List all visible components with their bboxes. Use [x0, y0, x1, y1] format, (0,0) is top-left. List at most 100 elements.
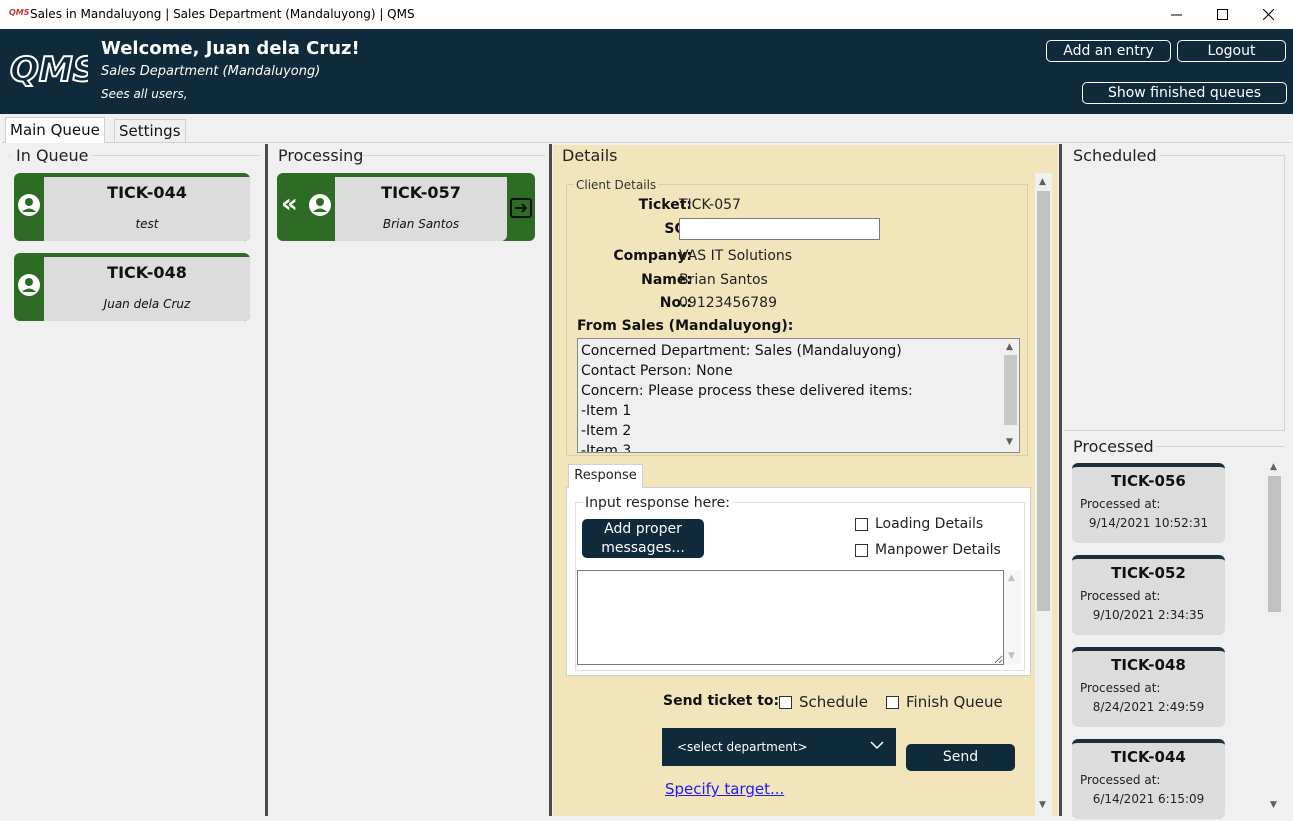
loading-details-checkbox[interactable]	[855, 518, 868, 531]
app-header: QMS Welcome, Juan dela Cruz! Sales Depar…	[0, 29, 1293, 114]
ticket-code: TICK-048	[107, 263, 187, 282]
show-finished-queues-button[interactable]: Show finished queues	[1082, 82, 1287, 104]
add-messages-line2: messages...	[601, 540, 685, 556]
scroll-up-icon[interactable]: ▲	[1270, 463, 1277, 472]
window-title: Sales in Mandaluyong | Sales Department …	[30, 7, 415, 21]
number-label: No.:	[659, 295, 692, 311]
processed-time: 6/14/2021 6:15:09	[1092, 792, 1205, 806]
scroll-up-icon[interactable]: ▲	[1008, 574, 1015, 583]
title-bar: QMS Sales in Mandaluyong | Sales Departm…	[0, 0, 1293, 29]
processed-ticket-card[interactable]: TICK-052 Processed at: 9/10/2021 2:34:35	[1072, 555, 1225, 635]
processed-ticket-card[interactable]: TICK-056 Processed at: 9/14/2021 10:52:3…	[1072, 463, 1225, 543]
ticket-body: TICK-048 Juan dela Cruz »	[44, 257, 250, 321]
so-input[interactable]	[679, 218, 880, 240]
minimize-icon	[1171, 14, 1182, 16]
add-entry-button[interactable]: Add an entry	[1046, 40, 1171, 62]
concern-line: Concerned Department: Sales (Mandaluyong…	[581, 343, 902, 359]
in-queue-frame-top	[92, 155, 260, 156]
department-text: Sales Department (Mandaluyong)	[101, 64, 321, 79]
response-scrollbar[interactable]: ▲ ▼	[1004, 570, 1021, 665]
queue-ticket-card[interactable]: TICK-048 Juan dela Cruz »	[14, 253, 250, 321]
schedule-label[interactable]: Schedule	[799, 693, 868, 711]
processed-title: Processed	[1073, 437, 1154, 456]
processed-at-label: Processed at:	[1080, 589, 1161, 603]
scroll-down-icon[interactable]: ▼	[1008, 652, 1015, 661]
response-textarea[interactable]	[577, 570, 1004, 665]
concern-textbox[interactable]: Concerned Department: Sales (Mandaluyong…	[577, 338, 1020, 453]
close-button[interactable]	[1245, 0, 1291, 29]
processed-time: 8/24/2021 2:49:59	[1092, 700, 1205, 714]
chevron-down-icon	[870, 741, 884, 750]
ticket-label: Ticket:	[638, 197, 692, 213]
scrollbar-thumb[interactable]	[1004, 355, 1017, 425]
manpower-details-checkbox[interactable]	[855, 544, 868, 557]
scheduled-frame-bottom	[1064, 430, 1285, 431]
processed-at-label: Processed at:	[1080, 497, 1161, 511]
scroll-down-icon[interactable]: ▼	[1039, 801, 1046, 810]
finish-queue-checkbox[interactable]	[886, 696, 899, 709]
processed-ticket-card[interactable]: TICK-044 Processed at: 6/14/2021 6:15:09	[1072, 739, 1225, 819]
add-messages-button[interactable]: Add proper messages...	[582, 519, 704, 558]
scrollbar-thumb[interactable]	[1268, 476, 1281, 612]
specify-target-link[interactable]: Specify target...	[665, 780, 784, 798]
details-title: Details	[562, 146, 618, 165]
tab-settings[interactable]: Settings	[114, 119, 186, 142]
processing-title: Processing	[278, 146, 364, 165]
scroll-up-icon[interactable]: ▲	[1039, 178, 1046, 187]
finish-queue-label[interactable]: Finish Queue	[906, 693, 1003, 711]
department-select[interactable]: <select department>	[662, 728, 896, 766]
in-queue-title: In Queue	[16, 146, 89, 165]
scroll-down-icon[interactable]: ▼	[1006, 438, 1013, 447]
concern-scrollbar[interactable]: ▲ ▼	[1002, 339, 1019, 452]
ticket-client: Juan dela Cruz	[103, 297, 191, 311]
ticket-code: TICK-044	[1111, 748, 1186, 766]
tab-main-queue[interactable]: Main Queue	[5, 117, 105, 143]
exit-icon[interactable]	[509, 197, 533, 219]
processing-frame-top	[362, 155, 545, 156]
logo-text: QMS	[10, 50, 88, 90]
logout-button[interactable]: Logout	[1177, 40, 1286, 62]
add-messages-line1: Add proper	[604, 521, 682, 537]
processed-ticket-card[interactable]: TICK-048 Processed at: 8/24/2021 2:49:59	[1072, 647, 1225, 727]
company-label: Company:	[613, 248, 692, 264]
department-select-value: <select department>	[677, 740, 808, 754]
scheduled-frame-right	[1284, 155, 1285, 430]
user-icon	[309, 194, 331, 216]
queue-ticket-card[interactable]: TICK-044 test »	[14, 173, 250, 241]
scroll-down-icon[interactable]: ▼	[1270, 801, 1277, 810]
ticket-client: Brian Santos	[382, 217, 460, 231]
processed-at-label: Processed at:	[1080, 681, 1161, 695]
processed-time: 9/10/2021 2:34:35	[1092, 608, 1205, 622]
processed-at-label: Processed at:	[1080, 773, 1161, 787]
processed-scrollbar[interactable]: ▲ ▼	[1266, 459, 1283, 815]
send-to-label: Send ticket to:	[663, 693, 780, 709]
schedule-checkbox[interactable]	[779, 696, 792, 709]
welcome-text: Welcome, Juan dela Cruz!	[101, 38, 360, 59]
company-value: VAS IT Solutions	[679, 248, 793, 264]
app-icon: QMS	[9, 8, 30, 17]
maximize-button[interactable]	[1199, 0, 1245, 29]
client-details-legend: Client Details	[574, 178, 659, 192]
return-to-queue-icon[interactable]: «	[281, 191, 298, 217]
concern-line: -Item 2	[581, 423, 632, 439]
ticket-code: TICK-048	[1111, 656, 1186, 674]
minimize-button[interactable]	[1153, 0, 1199, 29]
loading-details-label[interactable]: Loading Details	[875, 516, 983, 532]
concern-line: Concern: Please process these delivered …	[581, 383, 913, 399]
tab-response[interactable]: Response	[568, 464, 643, 488]
scroll-up-icon[interactable]: ▲	[1006, 343, 1013, 352]
maximize-icon	[1217, 9, 1228, 20]
ticket-body: TICK-057 Brian Santos	[335, 177, 507, 241]
details-scrollbar[interactable]: ▲ ▼	[1035, 173, 1052, 816]
response-legend: Input response here:	[583, 495, 733, 511]
concern-line: Contact Person: None	[581, 363, 733, 379]
send-button[interactable]: Send	[906, 744, 1015, 771]
so-label: SO:	[560, 221, 692, 237]
qms-window: QMS Sales in Mandaluyong | Sales Departm…	[0, 0, 1293, 821]
ticket-body: TICK-044 test »	[44, 177, 250, 241]
processed-frame-top	[1156, 446, 1284, 447]
scrollbar-thumb[interactable]	[1037, 191, 1050, 611]
name-label: Name:	[641, 272, 692, 288]
manpower-details-label[interactable]: Manpower Details	[875, 542, 1001, 558]
processing-ticket-card[interactable]: « TICK-057 Brian Santos	[277, 173, 535, 241]
